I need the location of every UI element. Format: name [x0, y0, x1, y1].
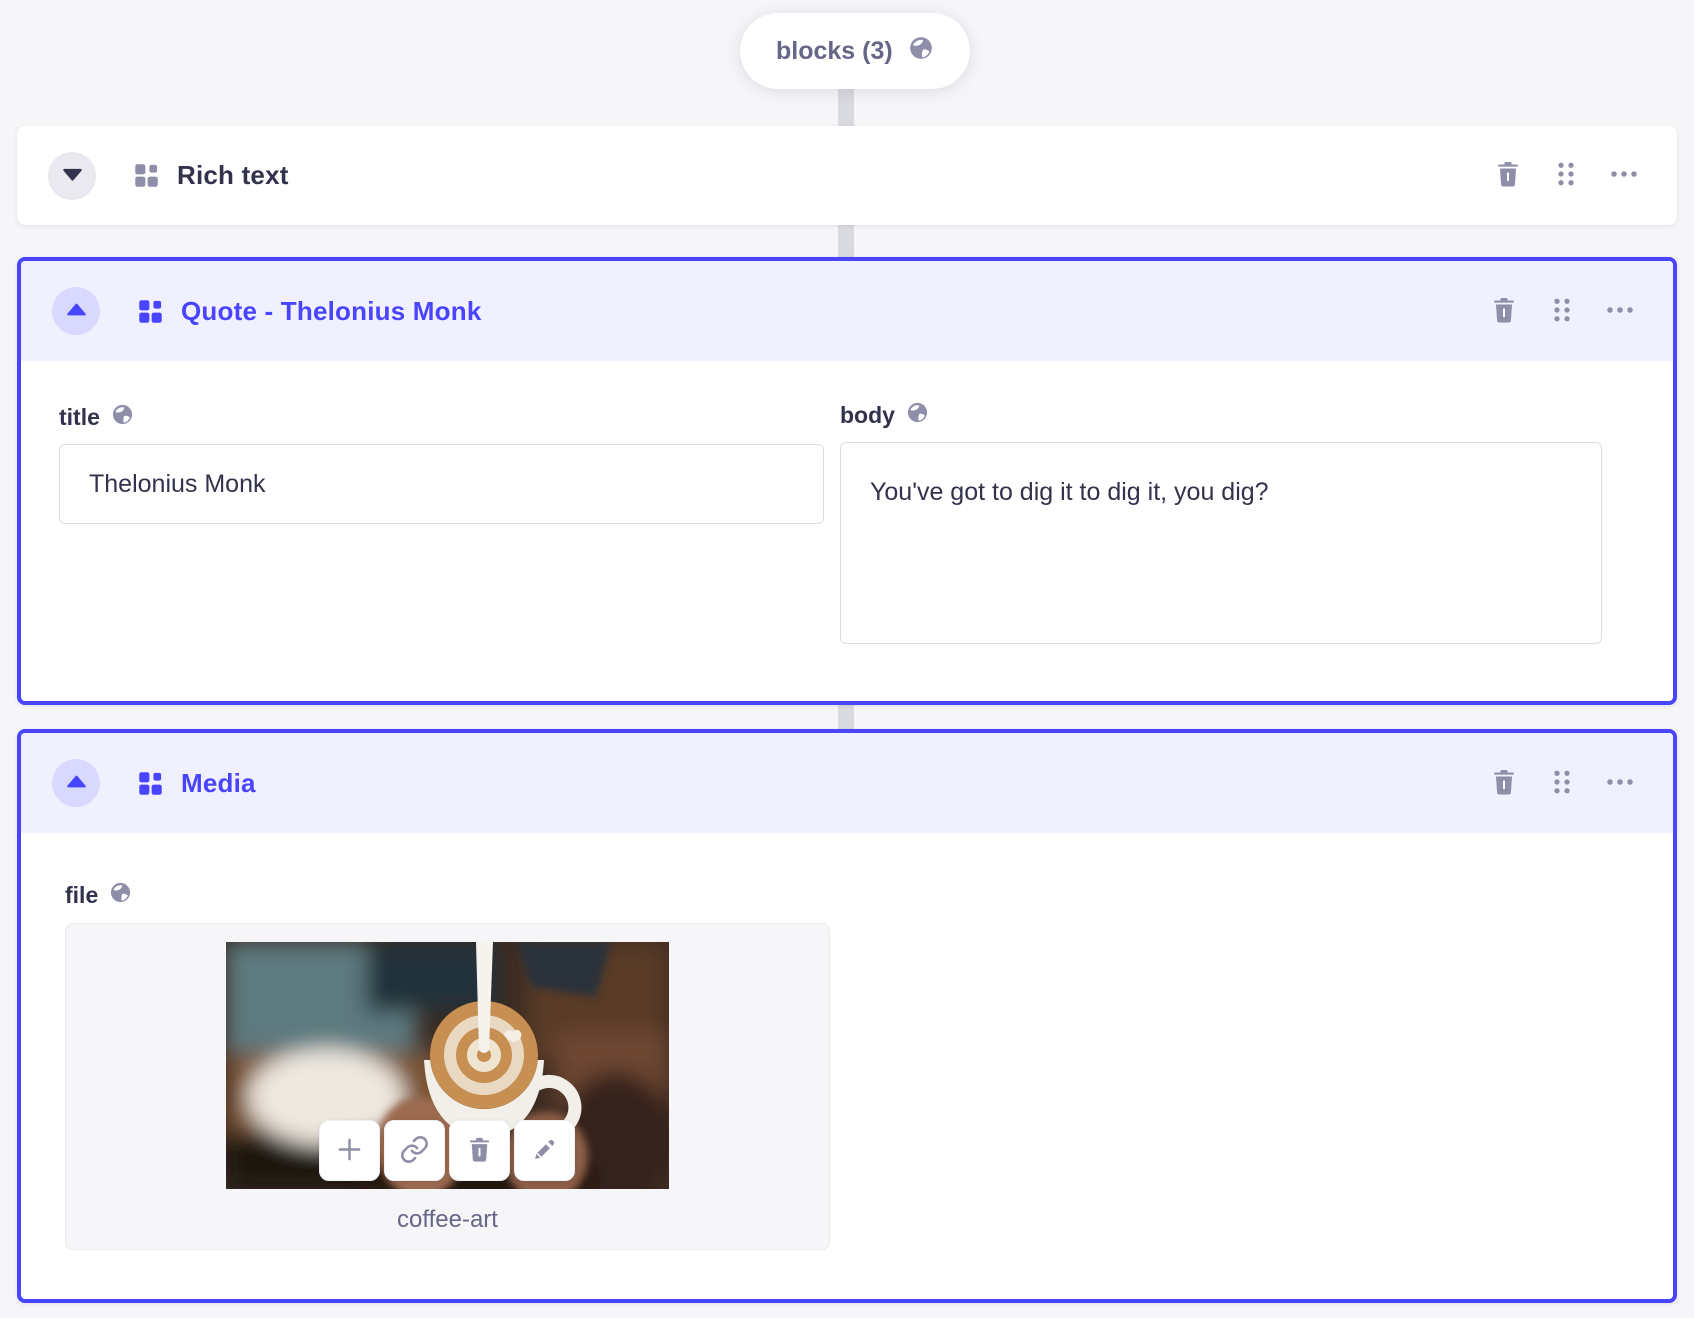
delete-block-button[interactable] — [1489, 768, 1519, 798]
globe-icon — [908, 35, 934, 68]
more-options-button[interactable] — [1605, 768, 1635, 798]
connector-line — [838, 225, 854, 261]
trash-icon — [1493, 159, 1523, 192]
dynamic-zone-editor: blocks (3) Rich text Quote - Thelonius M… — [0, 0, 1694, 1318]
more-options-icon — [1609, 159, 1639, 192]
block-rich-text: Rich text — [17, 126, 1677, 225]
globe-icon — [109, 881, 132, 909]
block-title: Quote - Thelonius Monk — [181, 295, 482, 326]
blocks-icon — [133, 162, 160, 189]
more-options-icon — [1605, 295, 1635, 328]
caret-up-icon — [66, 303, 86, 319]
drag-handle-icon — [1547, 767, 1577, 800]
more-options-button[interactable] — [1609, 161, 1639, 191]
blocks-icon — [137, 298, 164, 325]
edit-media-button[interactable] — [514, 1120, 575, 1181]
body-textarea[interactable]: You've got to dig it to dig it, you dig? — [840, 442, 1602, 644]
more-options-icon — [1605, 767, 1635, 800]
add-media-button[interactable] — [319, 1120, 380, 1181]
delete-media-button[interactable] — [449, 1120, 510, 1181]
pencil-icon — [529, 1134, 560, 1168]
delete-block-button[interactable] — [1493, 161, 1523, 191]
file-field-label: file — [65, 881, 99, 908]
drag-handle[interactable] — [1547, 296, 1577, 326]
block-quote: Quote - Thelonius Monk title Thelonius M… — [17, 257, 1677, 705]
media-filename: coffee-art — [397, 1206, 498, 1233]
trash-icon — [465, 1135, 494, 1167]
field-pill-label: blocks (3) — [776, 36, 893, 65]
more-options-button[interactable] — [1605, 296, 1635, 326]
title-field-label: title — [59, 403, 100, 430]
drag-handle-icon — [1551, 159, 1581, 192]
collapse-toggle-button[interactable] — [52, 759, 100, 807]
drag-handle[interactable] — [1547, 768, 1577, 798]
body-field-label: body — [840, 401, 895, 428]
block-title: Rich text — [177, 160, 289, 190]
body-field: body You've got to dig it to dig it, you… — [840, 401, 1602, 649]
file-field: file coffee-art — [65, 881, 830, 1250]
block-media: Media file coffee-art — [17, 729, 1677, 1303]
expand-toggle-button[interactable] — [48, 151, 96, 200]
title-input[interactable] — [59, 444, 824, 524]
block-header: Media — [21, 733, 1673, 833]
drag-handle[interactable] — [1551, 161, 1581, 191]
trash-icon — [1489, 767, 1519, 800]
link-icon — [399, 1134, 430, 1168]
block-header: Quote - Thelonius Monk — [21, 261, 1673, 361]
media-upload-card: coffee-art — [65, 923, 830, 1250]
title-field: title — [59, 403, 824, 524]
field-pill: blocks (3) — [740, 13, 970, 89]
block-title: Media — [181, 767, 256, 798]
caret-up-icon — [66, 775, 86, 791]
drag-handle-icon — [1547, 295, 1577, 328]
blocks-icon — [137, 770, 164, 797]
block-header: Rich text — [17, 126, 1677, 225]
caret-down-icon — [62, 168, 82, 184]
copy-link-button[interactable] — [384, 1120, 445, 1181]
trash-icon — [1489, 295, 1519, 328]
media-action-toolbar — [319, 1120, 575, 1181]
plus-icon — [334, 1134, 365, 1168]
delete-block-button[interactable] — [1489, 296, 1519, 326]
globe-icon — [111, 403, 134, 431]
collapse-toggle-button[interactable] — [52, 287, 100, 335]
globe-icon — [906, 401, 929, 429]
